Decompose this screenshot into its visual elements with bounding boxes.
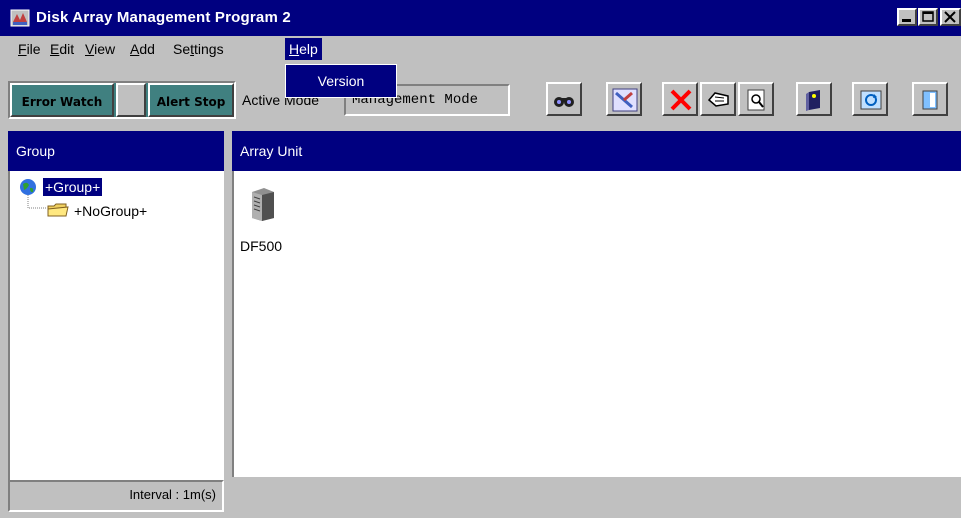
inspect-icon [747, 89, 765, 111]
hand-button[interactable] [700, 82, 736, 116]
tree-node-nogroup[interactable]: +NoGroup+ [74, 202, 147, 220]
pane-splitter[interactable] [224, 131, 232, 517]
minimize-button[interactable] [897, 8, 917, 26]
menu-view-label: View [85, 41, 116, 57]
refresh-button[interactable] [852, 82, 888, 116]
array-unit-label[interactable]: DF500 [240, 236, 282, 256]
interval-status: Interval : 1m(s) [8, 480, 224, 512]
menu-edit[interactable]: Edit [46, 38, 78, 60]
toggle-slider[interactable] [116, 83, 146, 117]
status-bar-fill [232, 477, 961, 518]
maximize-icon [922, 11, 934, 22]
menu-file-label: File [18, 41, 41, 57]
connect-button[interactable] [606, 82, 642, 116]
group-pane-header: Group [8, 131, 224, 171]
exit-button[interactable] [912, 82, 948, 116]
menu-help[interactable]: Help [285, 38, 322, 60]
hand-icon [707, 92, 729, 107]
tree-node-group[interactable]: +Group+ [43, 178, 103, 196]
menu-view[interactable]: View [81, 38, 119, 60]
menu-edit-label: Edit [50, 41, 75, 57]
disk-array-icon[interactable] [248, 186, 276, 222]
array-pane-header: Array Unit [232, 131, 961, 171]
array-unit-list [232, 171, 961, 477]
menu-help-label: Help [289, 41, 318, 57]
maximize-button[interactable] [918, 8, 938, 26]
globe-icon [20, 179, 36, 195]
delete-icon [670, 89, 692, 111]
menu-add-label: Add [130, 41, 155, 57]
menu-add[interactable]: Add [126, 38, 159, 60]
inspect-button[interactable] [738, 82, 774, 116]
menu-settings[interactable]: Settings [169, 38, 228, 60]
connect-icon [612, 88, 638, 112]
close-icon [944, 11, 956, 23]
exit-icon [922, 90, 938, 110]
app-icon[interactable] [10, 8, 30, 28]
error-watch-button[interactable]: Error Watch [10, 83, 114, 117]
menu-settings-label: Settings [173, 41, 224, 57]
search-button[interactable] [546, 82, 582, 116]
book-icon [806, 90, 820, 111]
alert-stop-button[interactable]: Alert Stop [148, 83, 234, 117]
menu-file[interactable]: File [14, 38, 45, 60]
menu-item-version[interactable]: Version [286, 65, 396, 97]
book-button[interactable] [796, 82, 832, 116]
search-icon [554, 97, 574, 107]
window-title: Disk Array Management Program 2 [36, 9, 291, 26]
refresh-icon [860, 90, 882, 110]
folder-icon [47, 203, 69, 217]
delete-button[interactable] [662, 82, 698, 116]
close-button[interactable] [940, 8, 961, 26]
help-menu-dropdown: Version [285, 64, 397, 98]
minimize-icon [902, 19, 911, 22]
